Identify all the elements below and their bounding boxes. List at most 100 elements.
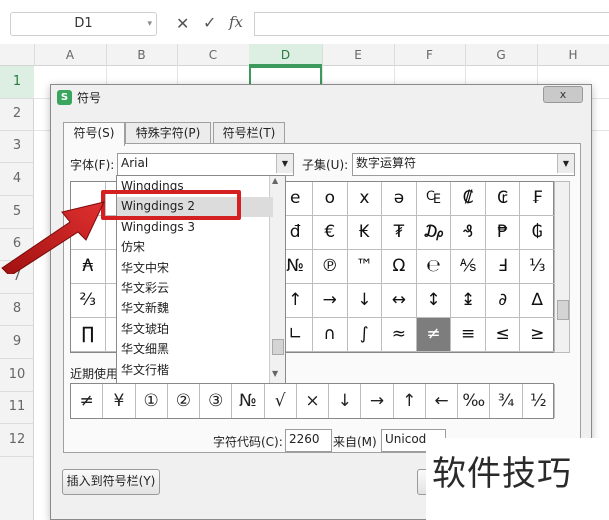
- close-button[interactable]: x: [543, 86, 583, 103]
- symbol-cell[interactable]: Ⅎ: [485, 250, 521, 284]
- column-header[interactable]: E: [322, 44, 395, 66]
- cancel-icon[interactable]: ✕: [176, 14, 189, 33]
- column-header[interactable]: F: [394, 44, 466, 66]
- symbol-cell[interactable]: ™: [347, 250, 383, 284]
- formula-input[interactable]: [254, 12, 609, 36]
- scrollbar-thumb[interactable]: [557, 300, 569, 320]
- symbol-cell[interactable]: ₭: [347, 216, 383, 250]
- symbol-cell[interactable]: ≤: [485, 318, 521, 352]
- recent-symbol-cell[interactable]: ½: [523, 384, 555, 418]
- tab-symbol-bar[interactable]: 符号栏(T): [213, 122, 285, 145]
- symbol-cell[interactable]: →: [313, 284, 348, 318]
- name-box[interactable]: D1 ▾: [10, 12, 157, 36]
- recent-symbol-cell[interactable]: ②: [168, 384, 201, 418]
- recent-symbol-cell[interactable]: ①: [136, 384, 168, 418]
- symbol-cell[interactable]: ≠: [416, 318, 452, 352]
- recent-symbol-cell[interactable]: ¥: [103, 384, 136, 418]
- row-header[interactable]: 8: [0, 293, 34, 326]
- symbol-cell[interactable]: x: [347, 182, 383, 216]
- symbol-cell[interactable]: ∆: [520, 284, 555, 318]
- row-header[interactable]: 3: [0, 130, 34, 163]
- symbol-cell[interactable]: ∫: [347, 318, 383, 352]
- recent-symbol-cell[interactable]: ③: [200, 384, 233, 418]
- font-option[interactable]: Wingdings 3: [117, 218, 273, 237]
- symbol-cell[interactable]: ≡: [451, 318, 486, 352]
- symbol-cell[interactable]: ₰: [451, 216, 486, 250]
- recent-symbol-cell[interactable]: ‰: [458, 384, 491, 418]
- recent-symbol-cell[interactable]: ←: [426, 384, 459, 418]
- symbol-grid-scrollbar[interactable]: [554, 181, 570, 353]
- symbol-cell[interactable]: ∂: [485, 284, 521, 318]
- char-code-input[interactable]: 2260: [285, 429, 332, 452]
- symbol-cell[interactable]: ə: [382, 182, 417, 216]
- font-select[interactable]: Arial ▼: [117, 153, 294, 176]
- select-all-corner[interactable]: [0, 44, 35, 66]
- column-header[interactable]: B: [106, 44, 178, 66]
- dialog-title: 符号: [77, 91, 102, 105]
- row-header[interactable]: 9: [0, 326, 34, 359]
- symbol-cell[interactable]: ⅍: [451, 250, 486, 284]
- symbol-cell[interactable]: ≈: [382, 318, 417, 352]
- tab-symbols[interactable]: 符号(S): [63, 122, 125, 146]
- symbol-cell[interactable]: ₣: [520, 182, 555, 216]
- insert-function-icon[interactable]: fx: [229, 13, 243, 31]
- recent-symbol-cell[interactable]: №: [232, 384, 265, 418]
- symbol-cell[interactable]: ℗: [313, 250, 348, 284]
- font-option[interactable]: 华文新魏: [117, 299, 273, 318]
- font-option[interactable]: 华文中宋: [117, 259, 273, 278]
- recent-symbol-cell[interactable]: ↑: [394, 384, 426, 418]
- recent-label: 近期使用: [70, 367, 119, 381]
- column-header[interactable]: H: [537, 44, 609, 66]
- subset-select[interactable]: 数字运算符 ▼: [352, 153, 575, 176]
- insert-to-symbol-bar-button[interactable]: 插入到符号栏(Y): [62, 469, 160, 495]
- font-option[interactable]: 华文行楷: [117, 361, 273, 380]
- recent-symbol-cell[interactable]: →: [361, 384, 394, 418]
- symbol-cell[interactable]: ↕: [416, 284, 452, 318]
- font-option[interactable]: 华文琥珀: [117, 320, 273, 339]
- symbol-cell[interactable]: ₱: [485, 216, 521, 250]
- recent-symbol-cell[interactable]: √: [265, 384, 297, 418]
- symbol-cell[interactable]: ∩: [313, 318, 348, 352]
- row-header[interactable]: 10: [0, 359, 34, 392]
- symbol-cell[interactable]: ℮: [416, 250, 452, 284]
- symbol-cell[interactable]: €: [313, 216, 348, 250]
- recent-symbol-cell[interactable]: ≠: [71, 384, 104, 418]
- row-header[interactable]: 1: [0, 66, 34, 99]
- column-header[interactable]: C: [177, 44, 250, 66]
- row-header[interactable]: 12: [0, 424, 34, 457]
- symbol-cell[interactable]: o: [313, 182, 348, 216]
- column-headers: A B C D E F G H: [0, 44, 609, 68]
- column-header[interactable]: A: [34, 44, 107, 66]
- chevron-down-icon[interactable]: ▼: [557, 154, 574, 173]
- font-option[interactable]: 华文彩云: [117, 279, 273, 298]
- scrollbar-thumb[interactable]: [272, 339, 284, 355]
- symbol-cell[interactable]: ₢: [485, 182, 521, 216]
- font-option[interactable]: 华文细黑: [117, 340, 273, 359]
- chevron-down-icon[interactable]: ▼: [276, 154, 293, 173]
- chevron-down-icon[interactable]: ▾: [147, 13, 152, 35]
- symbol-cell[interactable]: ↨: [451, 284, 486, 318]
- symbol-cell[interactable]: ⅔: [71, 284, 106, 318]
- column-header[interactable]: G: [465, 44, 538, 66]
- symbol-cell[interactable]: ∏: [71, 318, 106, 352]
- symbol-cell[interactable]: ₠: [416, 182, 452, 216]
- subset-select-value: 数字运算符: [356, 156, 417, 170]
- row-header[interactable]: 2: [0, 98, 34, 131]
- font-select-value: Arial: [121, 156, 149, 170]
- symbol-cell[interactable]: ₡: [451, 182, 486, 216]
- symbol-cell[interactable]: ↓: [347, 284, 383, 318]
- symbol-cell[interactable]: ₲: [520, 216, 555, 250]
- symbol-cell[interactable]: ≥: [520, 318, 555, 352]
- symbol-cell[interactable]: ↔: [382, 284, 417, 318]
- confirm-icon[interactable]: ✓: [203, 13, 216, 32]
- tab-special-characters[interactable]: 特殊字符(P): [125, 122, 211, 145]
- recent-symbol-cell[interactable]: ↓: [329, 384, 362, 418]
- symbol-cell[interactable]: ₮: [382, 216, 417, 250]
- row-header[interactable]: 11: [0, 391, 34, 424]
- font-option[interactable]: 仿宋: [117, 238, 273, 257]
- symbol-cell[interactable]: ₯: [416, 216, 452, 250]
- symbol-cell[interactable]: ⅓: [520, 250, 555, 284]
- recent-symbol-cell[interactable]: ×: [297, 384, 330, 418]
- symbol-cell[interactable]: Ω: [382, 250, 417, 284]
- recent-symbol-cell[interactable]: ¾: [490, 384, 523, 418]
